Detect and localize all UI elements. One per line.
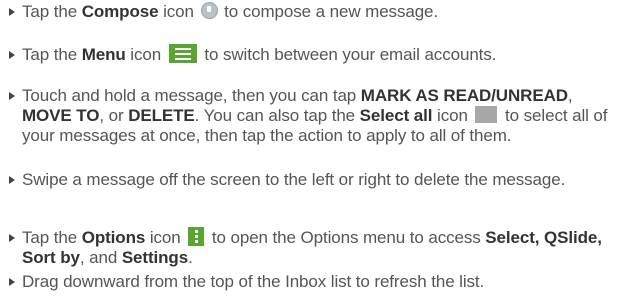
bullet-arrow-icon [0,86,22,106]
select-all-icon [475,106,498,124]
bullet-arrow-icon [0,2,22,22]
list-item: Tap the Compose icon to compose a new me… [0,2,625,22]
list-item-text: Tap the Menu icon to switch between your… [22,44,497,64]
options-icon [188,227,205,247]
bullet-arrow-icon [0,272,22,292]
list-item-text: Tap the Compose icon to compose a new me… [22,2,439,21]
list-item: Tap the Menu icon to switch between your… [0,44,625,65]
list-item: Swipe a message off the screen to the le… [0,170,625,190]
list-item: Touch and hold a message, then you can t… [0,86,625,146]
instruction-list: Tap the Compose icon to compose a new me… [0,0,630,297]
list-item-text: Touch and hold a message, then you can t… [22,86,608,145]
bullet-arrow-icon [0,170,22,190]
list-item-text: Tap the Options icon to open the Options… [22,227,602,268]
list-item: Tap the Options icon to open the Options… [0,227,625,268]
list-item: Drag downward from the top of the Inbox … [0,272,625,292]
compose-icon [200,2,218,20]
list-item-text: Drag downward from the top of the Inbox … [22,272,485,291]
menu-icon [168,44,197,64]
list-item-text: Swipe a message off the screen to the le… [22,170,566,189]
bullet-arrow-icon [0,228,22,248]
bullet-arrow-icon [0,45,22,65]
